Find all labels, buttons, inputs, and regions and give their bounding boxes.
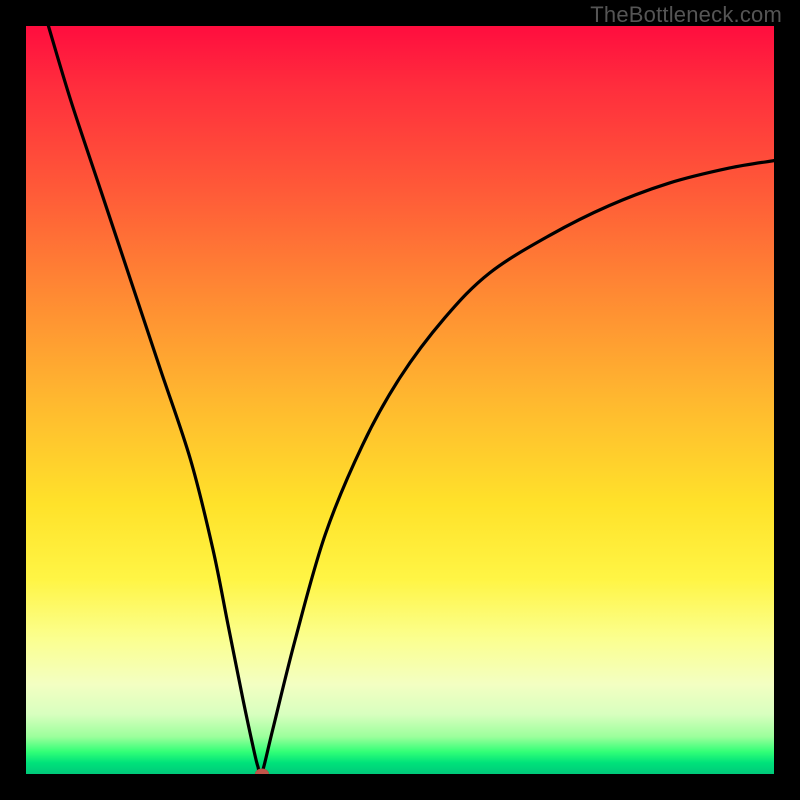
watermark-text: TheBottleneck.com <box>590 2 782 28</box>
plot-area <box>26 26 774 774</box>
bottleneck-curve <box>26 26 774 774</box>
min-point-marker <box>255 769 269 775</box>
chart-frame: TheBottleneck.com <box>0 0 800 800</box>
